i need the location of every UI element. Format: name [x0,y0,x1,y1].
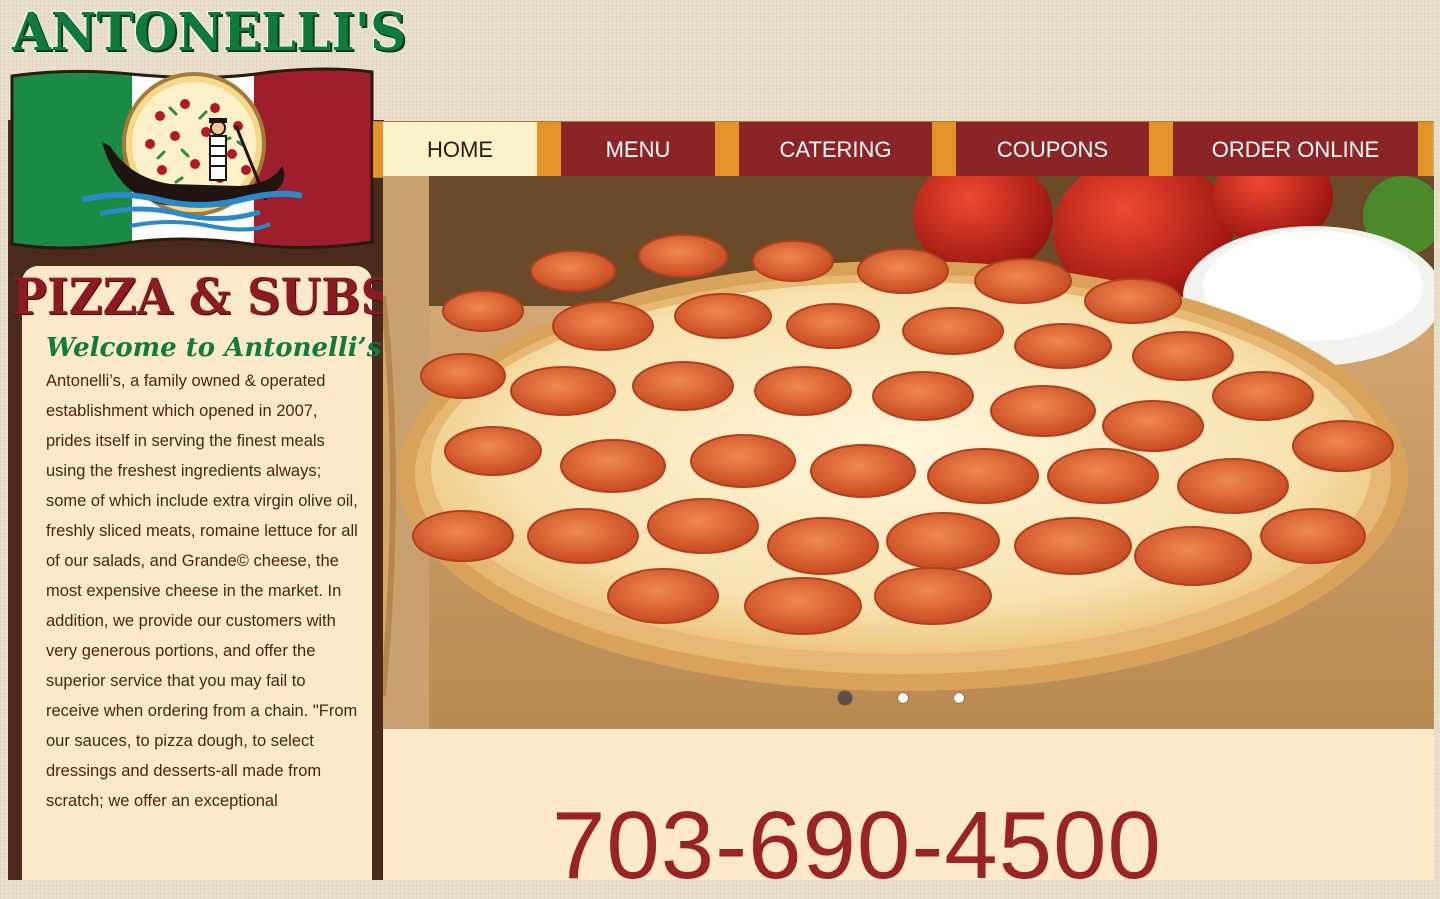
nav-item-home[interactable]: HOME [383,122,537,177]
nav-item-coupons[interactable]: COUPONS [956,122,1149,177]
slider-dot-1[interactable] [838,691,852,705]
nav-divider [1149,122,1173,177]
nav-item-order-online[interactable]: ORDER ONLINE [1173,122,1418,177]
main-nav: HOME MENU CATERING COUPONS ORDER ONLINE [373,121,1434,178]
slider-dots [838,691,964,705]
nav-item-catering[interactable]: CATERING [739,122,932,177]
nav-divider [537,122,561,177]
nav-divider [373,122,383,177]
tagline-logo: PIZZA & SUBS [12,267,395,326]
welcome-heading: Welcome to Antonelli’s [46,333,382,363]
hero-slider[interactable] [383,176,1434,729]
gondola-pizza-icon[interactable] [10,66,374,252]
nav-divider [715,122,739,177]
slider-dot-2[interactable] [898,693,908,703]
nav-divider [932,122,956,177]
nav-divider [1418,122,1432,177]
phone-number[interactable]: 703-690-4500 [552,796,1162,896]
pepperoni-pizza-photo [383,176,1434,729]
nav-item-menu[interactable]: MENU [561,122,715,177]
slider-dot-3[interactable] [954,693,964,703]
logo-wordmark[interactable]: ANTONELLI'S [12,0,406,66]
about-text: Antonelli’s, a family owned & operated e… [46,372,358,810]
